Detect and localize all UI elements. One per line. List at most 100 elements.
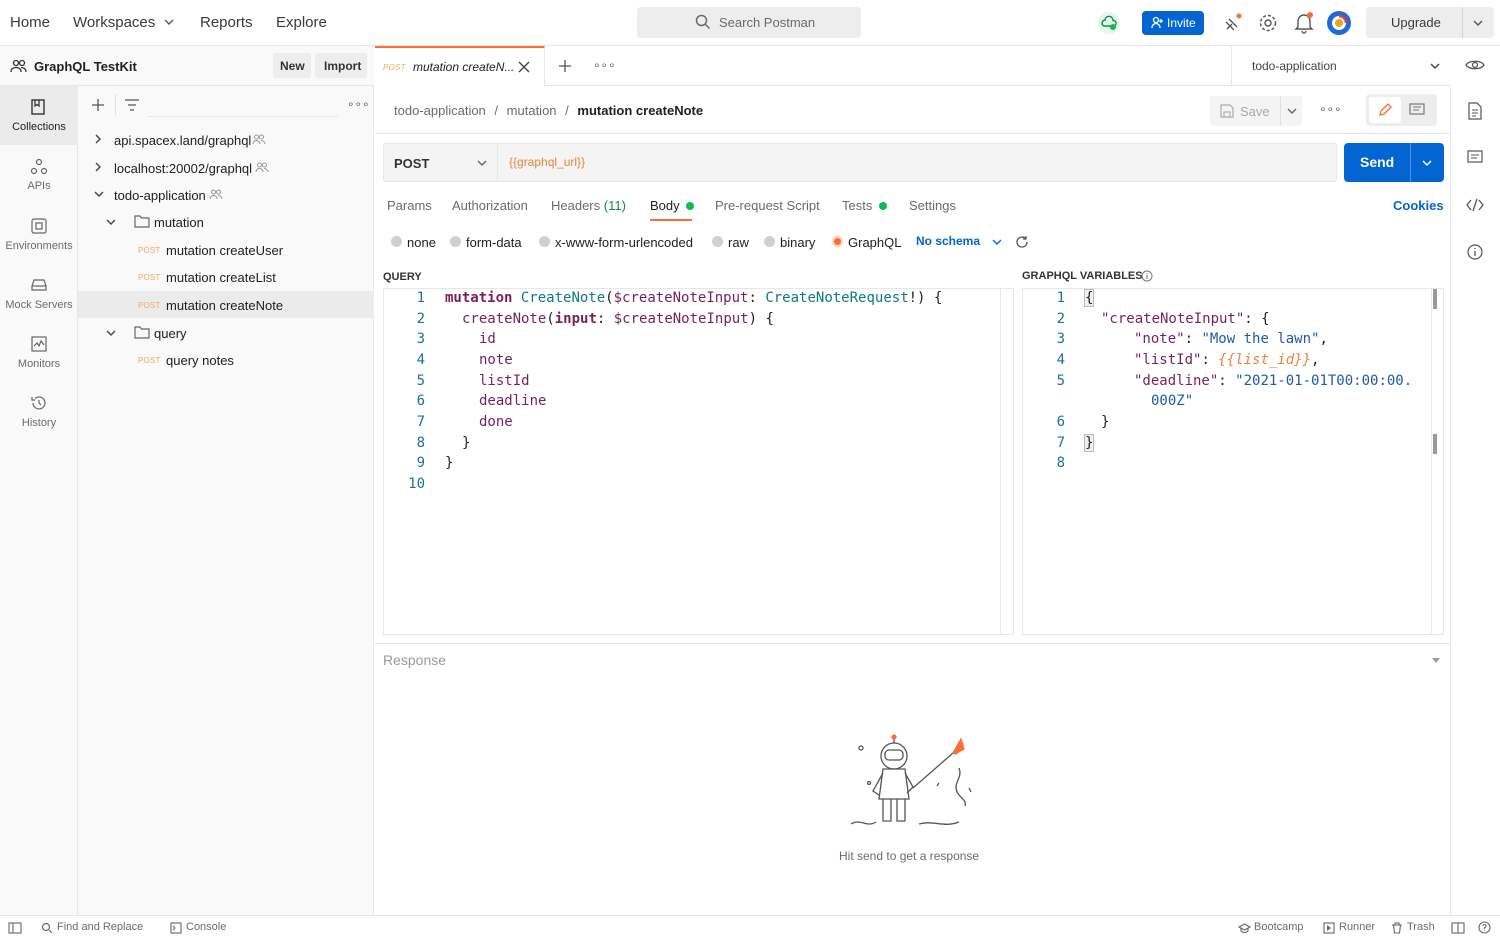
environment-selector[interactable]: todo-application [1231, 46, 1450, 86]
chevron-down-icon[interactable] [105, 328, 117, 338]
notification-bell-icon[interactable] [1294, 12, 1314, 34]
chevron-down-icon[interactable] [1431, 657, 1441, 665]
tab-mutation-create-note[interactable]: POST mutation createN... [375, 46, 545, 86]
sidebar-item-history[interactable]: History [0, 386, 78, 445]
more-tabs-icon[interactable]: ∘∘∘ [593, 58, 616, 72]
toggle-sidebar-icon[interactable] [8, 922, 22, 934]
breadcrumb-folder[interactable]: mutation [507, 103, 557, 118]
tab-params[interactable]: Params [387, 198, 432, 213]
info-icon[interactable] [1467, 244, 1483, 260]
request-tabs: Params Authorization Headers (11) Body P… [375, 190, 1450, 222]
invite-button[interactable]: Invite [1142, 11, 1204, 35]
tree-collection-spacex[interactable]: api.spacex.land/graphql [78, 126, 374, 153]
edit-mode-button[interactable] [1369, 97, 1401, 123]
filter-input[interactable] [148, 95, 338, 117]
breadcrumb-collection[interactable]: todo-application [394, 103, 486, 118]
sidebar-item-environments[interactable]: Environments [0, 206, 78, 265]
sidebar-item-monitors[interactable]: Monitors [0, 326, 78, 385]
workspace-name: GraphQL TestKit [34, 59, 137, 74]
chevron-down-icon[interactable] [1472, 17, 1484, 29]
tree-request-create-list[interactable]: POST mutation createList [78, 263, 374, 290]
more-options-icon[interactable]: ∘∘∘ [347, 97, 370, 111]
right-context-bar [1450, 86, 1500, 915]
chevron-down-icon[interactable] [163, 16, 175, 28]
radio-urlencoded[interactable] [539, 236, 550, 247]
import-button[interactable]: Import [315, 53, 367, 78]
tree-collection-todo[interactable]: todo-application [78, 181, 374, 208]
tree-request-create-note[interactable]: POST mutation createNote [78, 291, 374, 318]
comment-mode-icon[interactable] [1409, 103, 1425, 117]
nav-workspaces[interactable]: Workspaces [73, 14, 155, 31]
comments-icon[interactable] [1467, 150, 1483, 166]
collection-tree: ∘∘∘ api.spacex.land/graphql localhost:20… [78, 86, 374, 915]
tab-settings[interactable]: Settings [909, 198, 956, 213]
query-code-line: done [479, 414, 513, 430]
sidebar-item-mock-servers[interactable]: Mock Servers [0, 266, 78, 325]
chevron-down-icon[interactable] [105, 217, 117, 227]
schema-select[interactable]: No schema [916, 234, 980, 248]
tree-folder-mutation[interactable]: mutation [78, 208, 374, 235]
sidebar-item-collections[interactable]: Collections [0, 86, 78, 145]
save-button[interactable]: Save [1210, 96, 1302, 126]
more-options-icon[interactable]: ∘∘∘ [1319, 102, 1342, 116]
send-button[interactable]: Send [1344, 143, 1444, 182]
tab-headers[interactable]: Headers (11) [551, 198, 626, 213]
info-icon[interactable] [1141, 270, 1153, 282]
tab-pre-request-script[interactable]: Pre-request Script [715, 198, 820, 213]
code-token: , [1311, 352, 1320, 368]
two-pane-view-icon[interactable] [1451, 922, 1465, 934]
query-code-line: id [479, 331, 496, 347]
nav-explore[interactable]: Explore [276, 14, 327, 31]
nav-home[interactable]: Home [10, 14, 50, 31]
tab-authorization[interactable]: Authorization [452, 198, 528, 213]
upgrade-button[interactable]: Upgrade [1366, 7, 1494, 38]
code-snippet-icon[interactable] [1466, 198, 1484, 212]
refresh-icon[interactable] [1015, 235, 1029, 249]
tab-body[interactable]: Body [650, 198, 695, 213]
chevron-down-icon[interactable] [991, 237, 1003, 247]
sidebar-item-apis[interactable]: APIs [0, 146, 78, 205]
find-replace-label: Find and Replace [57, 921, 144, 933]
documentation-icon[interactable] [1467, 102, 1483, 120]
query-editor[interactable] [383, 288, 1014, 635]
line-number: 5 [1056, 373, 1065, 389]
editor-scrollbar-thumb[interactable] [1433, 434, 1437, 454]
tree-collection-localhost[interactable]: localhost:20002/graphql [78, 154, 374, 181]
cookies-link[interactable]: Cookies [1393, 198, 1444, 213]
apis-icon [30, 158, 48, 176]
radio-raw[interactable] [712, 236, 723, 247]
filter-icon[interactable] [124, 99, 140, 111]
sync-cloud-icon[interactable] [1097, 11, 1121, 35]
eye-icon[interactable] [1465, 57, 1485, 73]
tree-folder-query[interactable]: query [78, 319, 374, 346]
avatar[interactable] [1326, 10, 1352, 36]
code-token: "deadline" [1134, 373, 1219, 389]
radio-binary[interactable] [764, 236, 775, 247]
url-input[interactable]: {{graphql_url}} [509, 155, 585, 169]
satellite-icon[interactable] [1223, 13, 1243, 33]
chevron-down-icon[interactable] [1421, 158, 1433, 168]
chevron-right-icon[interactable] [93, 133, 103, 145]
line-number: 10 [408, 476, 425, 492]
radio-form-data[interactable] [450, 236, 461, 247]
settings-gear-icon[interactable] [1258, 13, 1278, 33]
tree-request-create-user[interactable]: POST mutation createUser [78, 236, 374, 263]
new-button[interactable]: New [273, 53, 311, 78]
chevron-right-icon[interactable] [93, 161, 103, 173]
method-badge: POST [383, 63, 406, 72]
new-tab-plus-icon[interactable] [558, 59, 572, 73]
editor-scrollbar-thumb[interactable] [1433, 289, 1437, 309]
chevron-down-icon[interactable] [93, 189, 105, 199]
close-icon[interactable] [518, 61, 530, 73]
radio-graphql[interactable] [832, 236, 843, 247]
tree-request-query-notes[interactable]: POST query notes [78, 346, 374, 373]
help-icon[interactable] [1478, 921, 1491, 934]
method-select[interactable]: POST [384, 144, 498, 181]
radio-none[interactable] [391, 236, 402, 247]
tab-tests[interactable]: Tests [842, 198, 887, 213]
nav-reports[interactable]: Reports [200, 14, 253, 31]
search-input[interactable]: Search Postman [637, 7, 861, 38]
chevron-down-icon[interactable] [1429, 61, 1441, 71]
add-icon[interactable] [91, 98, 105, 112]
chevron-down-icon[interactable] [1286, 106, 1298, 116]
